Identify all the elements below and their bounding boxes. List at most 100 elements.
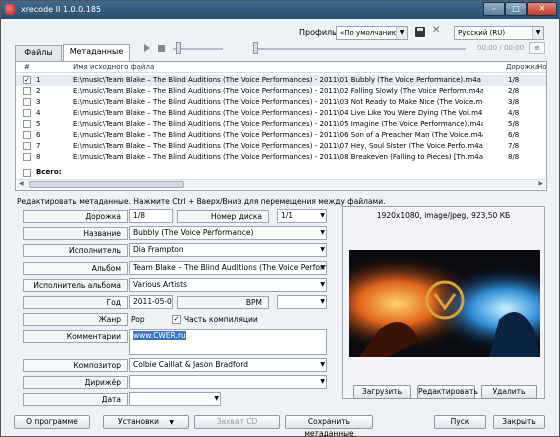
scrollbar-thumb[interactable]: [29, 181, 184, 188]
row-checkbox[interactable]: [23, 131, 31, 139]
row-track: 1/8: [508, 76, 520, 84]
col-header-extra[interactable]: Но: [537, 63, 547, 71]
track-field[interactable]: 1/8: [129, 209, 173, 223]
title-bar: xrecode II 1.0.0.185 – □ ✕: [1, 1, 559, 19]
edit-cover-button[interactable]: Редактировать: [417, 385, 478, 399]
table-row[interactable]: 6 E:\music\Team Blake – The Blind Auditi…: [16, 130, 546, 141]
language-select[interactable]: Русский (RU) ▼: [454, 26, 544, 40]
row-checkbox[interactable]: [23, 109, 31, 117]
tab-files[interactable]: Файлы (F1): [15, 45, 62, 71]
composer-value: Colbie Caillat & Jason Bradford: [133, 360, 248, 369]
settings-button[interactable]: Установки ▼: [103, 415, 189, 429]
save-metadata-button[interactable]: Сохранить метаданные: [285, 415, 373, 437]
tab-metadata[interactable]: Метаданные (F2): [63, 44, 130, 70]
album-artist-select[interactable]: Various Artists ▼: [129, 278, 327, 292]
album-artist-value: Various Artists: [133, 280, 187, 289]
cover-artwork: [349, 250, 540, 357]
row-checkbox[interactable]: [23, 142, 31, 150]
row-checkbox[interactable]: [23, 120, 31, 128]
year-label: Год: [23, 296, 128, 309]
row-filename: E:\music\Team Blake – The Blind Audition…: [73, 87, 483, 95]
table-row[interactable]: 2 E:\music\Team Blake – The Blind Auditi…: [16, 86, 546, 97]
row-number: 1: [36, 76, 41, 84]
playlist-menu-button[interactable]: ≡: [529, 42, 545, 54]
row-number: 7: [36, 142, 41, 150]
total-label: Всего:: [36, 168, 62, 176]
delete-profile-icon[interactable]: ✕: [432, 25, 440, 36]
year-field[interactable]: 2011-05-04: [129, 295, 173, 309]
col-header-name[interactable]: Имя исходного файла: [73, 63, 154, 71]
row-filename: E:\music\Team Blake – The Blind Audition…: [73, 142, 483, 150]
artist-select[interactable]: Dia Frampton ▼: [129, 243, 327, 257]
disc-select[interactable]: 1/1 ▼: [277, 209, 327, 223]
conductor-select[interactable]: ▼: [129, 375, 327, 389]
track-label: Дорожка: [23, 210, 128, 223]
close-window-button[interactable]: ✕: [527, 2, 557, 16]
row-track: 5/8: [508, 120, 520, 128]
minimize-button[interactable]: –: [483, 2, 505, 16]
row-checkbox[interactable]: ✓: [23, 76, 31, 84]
col-header-num[interactable]: #: [24, 63, 30, 71]
about-button[interactable]: О программе: [14, 415, 90, 429]
artist-label: Исполнитель: [23, 244, 128, 257]
table-row[interactable]: 5 E:\music\Team Blake – The Blind Auditi…: [16, 119, 546, 130]
scroll-left-icon[interactable]: ◀: [19, 180, 24, 187]
album-label: Альбом: [23, 262, 128, 275]
close-button[interactable]: Закрыть: [493, 415, 545, 429]
horizontal-scrollbar[interactable]: ◀ ▶: [17, 179, 545, 189]
row-checkbox[interactable]: [23, 98, 31, 106]
artist-value: Dia Frampton: [133, 245, 184, 254]
composer-select[interactable]: Colbie Caillat & Jason Bradford ▼: [129, 358, 327, 372]
chevron-down-icon: ▼: [320, 246, 325, 253]
row-track: 7/8: [508, 142, 520, 150]
row-number: 5: [36, 120, 41, 128]
table-row[interactable]: ✓ 1 E:\music\Team Blake – The Blind Audi…: [16, 75, 546, 86]
row-filename: E:\music\Team Blake – The Blind Audition…: [73, 98, 483, 106]
table-header: # Имя исходного файла Дорожка Но: [16, 62, 547, 73]
chevron-down-icon: ▼: [320, 378, 325, 385]
table-row[interactable]: 4 E:\music\Team Blake – The Blind Auditi…: [16, 108, 546, 119]
play-icon[interactable]: [144, 44, 150, 52]
save-profile-icon[interactable]: [415, 27, 425, 37]
maximize-button[interactable]: □: [505, 2, 527, 16]
chevron-down-icon: ▼: [320, 212, 325, 219]
compilation-checkbox[interactable]: ✓: [172, 315, 181, 324]
composer-label: Композитор: [23, 359, 128, 372]
col-header-track[interactable]: Дорожка: [506, 63, 539, 71]
table-row[interactable]: 8 E:\music\Team Blake – The Blind Auditi…: [16, 152, 546, 163]
title-value: Bubbly (The Voice Performance): [133, 228, 254, 237]
seek-slider-track[interactable]: [256, 48, 466, 50]
scroll-right-icon[interactable]: ▶: [538, 180, 543, 187]
table-row[interactable]: 7 E:\music\Team Blake – The Blind Auditi…: [16, 141, 546, 152]
bpm-select[interactable]: ▼: [277, 295, 327, 309]
genre-value[interactable]: Pop: [131, 315, 145, 324]
bpm-label: BPM: [177, 296, 269, 309]
start-button[interactable]: Пуск: [434, 415, 486, 429]
cover-image: [349, 250, 540, 357]
row-number: 2: [36, 87, 41, 95]
profile-select[interactable]: «По умолчанию» ▼: [336, 26, 408, 40]
date-select[interactable]: ▼: [129, 392, 221, 406]
row-checkbox[interactable]: [23, 153, 31, 161]
chevron-down-icon: ▼: [320, 264, 325, 271]
title-select[interactable]: Bubbly (The Voice Performance) ▼: [129, 226, 327, 240]
disc-label: Номер диска: [177, 210, 269, 223]
rip-cd-button[interactable]: Захват CD: [194, 415, 280, 429]
seek-slider-handle[interactable]: [253, 42, 258, 54]
row-filename: E:\music\Team Blake – The Blind Audition…: [73, 153, 483, 161]
load-cover-button[interactable]: Загрузить: [353, 385, 411, 399]
chevron-down-icon: ▼: [214, 395, 219, 402]
album-select[interactable]: Team Blake – The Blind Auditions (The Vo…: [129, 261, 327, 275]
volume-slider-handle[interactable]: [176, 42, 181, 54]
row-checkbox[interactable]: [23, 87, 31, 95]
select-all-checkbox[interactable]: [23, 169, 31, 177]
row-number: 8: [36, 153, 41, 161]
profile-select-value: «По умолчанию»: [340, 29, 402, 37]
stop-icon[interactable]: [158, 45, 165, 52]
conductor-label: Дирижёр: [23, 376, 128, 389]
delete-cover-button[interactable]: Удалить: [481, 385, 537, 399]
table-row[interactable]: 3 E:\music\Team Blake – The Blind Auditi…: [16, 97, 546, 108]
comment-textarea[interactable]: www.CWER.ru: [129, 329, 327, 355]
language-select-value: Русский (RU): [458, 29, 506, 37]
row-track: 3/8: [508, 98, 520, 106]
